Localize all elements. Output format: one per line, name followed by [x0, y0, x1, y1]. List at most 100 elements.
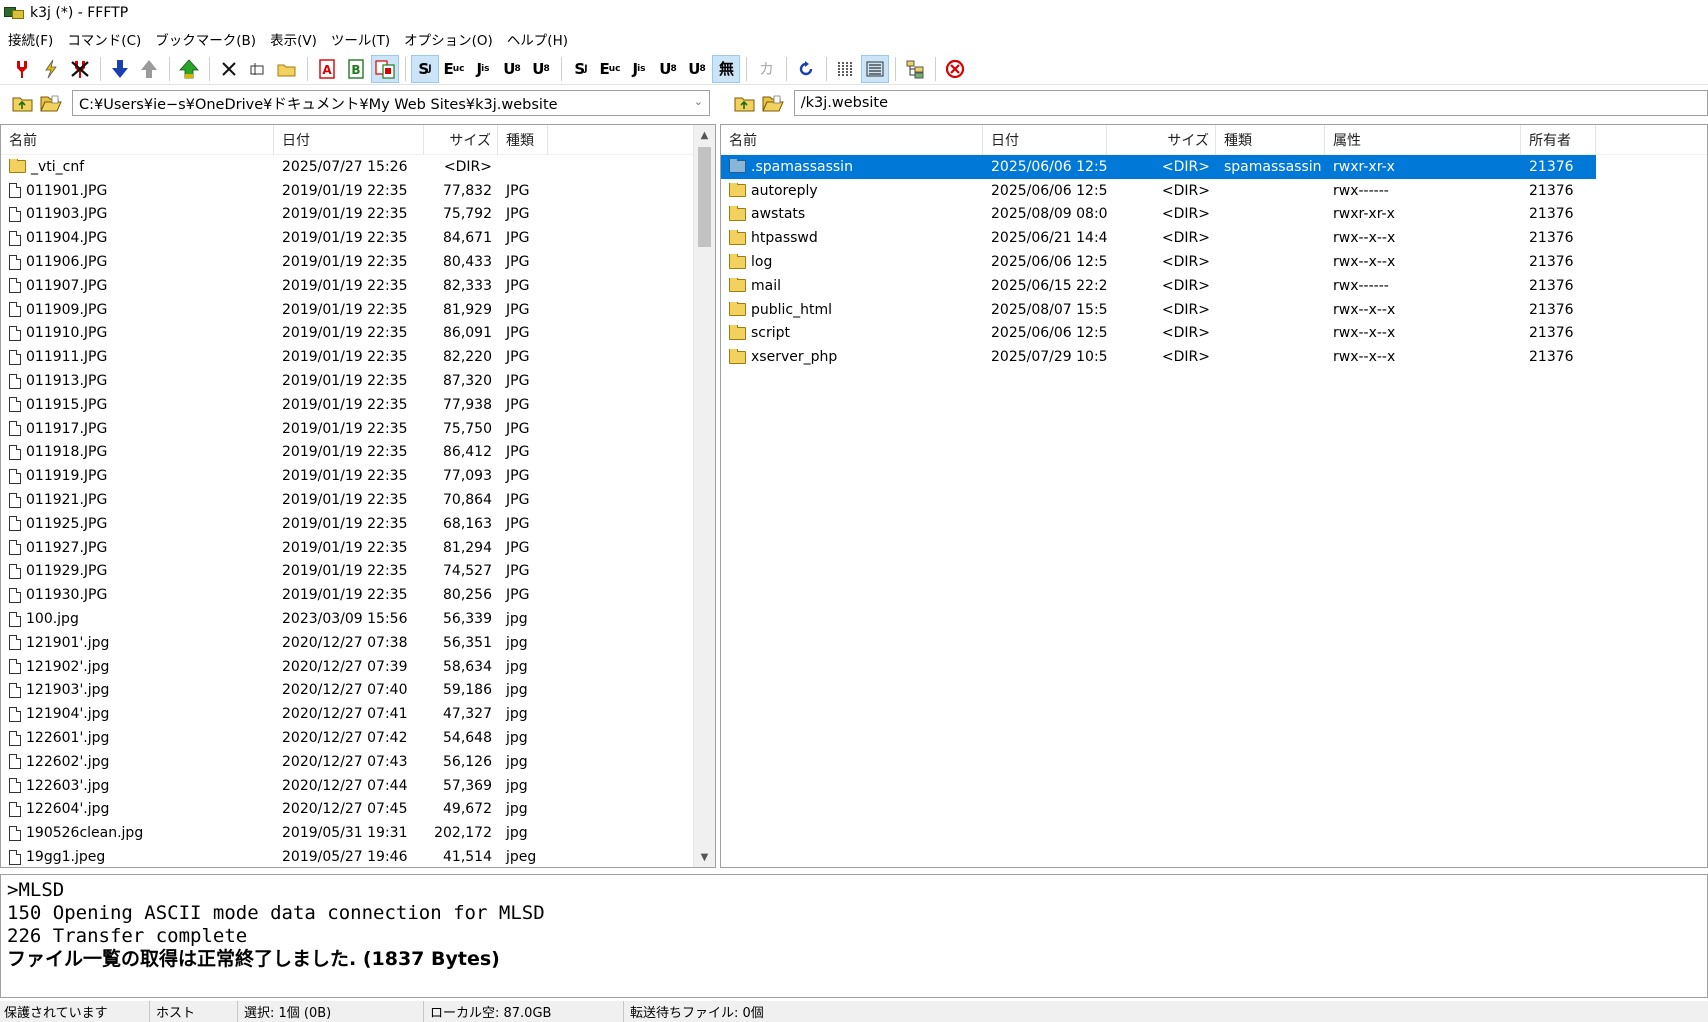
- rename-button[interactable]: [244, 55, 272, 83]
- kana-convert-button[interactable]: カ: [752, 55, 780, 83]
- local-file-row[interactable]: 011903.JPG 2019/01/19 22:35 75,792 JPG: [1, 203, 715, 227]
- abort-button[interactable]: [941, 55, 969, 83]
- local-file-row[interactable]: 011913.JPG 2019/01/19 22:35 87,320 JPG: [1, 369, 715, 393]
- host-utf8bom-button[interactable]: U8: [527, 55, 555, 83]
- local-file-row[interactable]: 011930.JPG 2019/01/19 22:35 80,256 JPG: [1, 583, 715, 607]
- connect-button[interactable]: [8, 55, 36, 83]
- local-file-row[interactable]: 121902'.jpg 2020/12/27 07:39 58,634 jpg: [1, 655, 715, 679]
- menu-connect[interactable]: 接続(F): [4, 29, 61, 49]
- local-file-row[interactable]: 011907.JPG 2019/01/19 22:35 82,333 JPG: [1, 274, 715, 298]
- local-file-row[interactable]: 121903'.jpg 2020/12/27 07:40 59,186 jpg: [1, 679, 715, 703]
- remote-file-row[interactable]: mail 2025/06/15 22:20 <DIR> rwx------ 21376: [721, 274, 1707, 298]
- disconnect-button[interactable]: [66, 55, 94, 83]
- remote-col-date[interactable]: 日付: [983, 125, 1107, 155]
- remote-file-row[interactable]: .spamassassin 2025/06/06 12:52 <DIR> spamas…: [721, 155, 1596, 179]
- remote-file-row[interactable]: awstats 2025/08/09 08:00 <DIR> rwxr-xr-x 213…: [721, 203, 1707, 227]
- local-utf8n-button[interactable]: U8: [654, 55, 682, 83]
- local-file-row[interactable]: 122602'.jpg 2020/12/27 07:43 56,126 jpg: [1, 750, 715, 774]
- local-file-row[interactable]: 011906.JPG 2019/01/19 22:35 80,433 JPG: [1, 250, 715, 274]
- log-panel[interactable]: >MLSD 150 Opening ASCII mode data connec…: [0, 874, 1708, 998]
- local-file-row[interactable]: 011910.JPG 2019/01/19 22:35 86,091 JPG: [1, 322, 715, 346]
- local-file-row[interactable]: 19gg1.jpeg 2019/05/27 19:46 41,514 jpeg: [1, 845, 715, 867]
- make-folder-button[interactable]: [273, 55, 301, 83]
- auto-mode-button[interactable]: [371, 54, 399, 83]
- local-file-row[interactable]: 011917.JPG 2019/01/19 22:35 75,750 JPG: [1, 417, 715, 441]
- menu-option[interactable]: オプション(O): [400, 29, 501, 49]
- local-utf8bom-button[interactable]: U8: [683, 55, 711, 83]
- local-col-name[interactable]: 名前: [1, 125, 274, 155]
- list-view-button[interactable]: [832, 55, 860, 83]
- local-file-row[interactable]: 011909.JPG 2019/01/19 22:35 81,929 JPG: [1, 298, 715, 322]
- host-euc-button[interactable]: Euc: [440, 55, 468, 83]
- local-file-row[interactable]: 011927.JPG 2019/01/19 22:35 81,294 JPG: [1, 536, 715, 560]
- remote-col-name[interactable]: 名前: [721, 125, 983, 155]
- local-file-row[interactable]: 011911.JPG 2019/01/19 22:35 82,220 JPG: [1, 345, 715, 369]
- detail-view-button[interactable]: [861, 54, 889, 83]
- local-col-size[interactable]: サイズ: [424, 125, 498, 155]
- menu-help[interactable]: ヘルプ(H): [503, 29, 576, 49]
- local-file-row[interactable]: 121904'.jpg 2020/12/27 07:41 47,327 jpg: [1, 702, 715, 726]
- download-button[interactable]: [106, 55, 134, 83]
- local-euc-button[interactable]: Euc: [596, 55, 624, 83]
- chevron-down-icon[interactable]: ⌄: [694, 95, 703, 108]
- local-open-folder-button[interactable]: [38, 91, 64, 115]
- remote-file-row[interactable]: htpasswd 2025/06/21 14:45 <DIR> rwx--x--x 21…: [721, 226, 1707, 250]
- local-file-row[interactable]: 011919.JPG 2019/01/19 22:35 77,093 JPG: [1, 464, 715, 488]
- mirror-upload-button[interactable]: [175, 55, 203, 83]
- local-file-row[interactable]: 011929.JPG 2019/01/19 22:35 74,527 JPG: [1, 560, 715, 584]
- local-file-row[interactable]: 121901'.jpg 2020/12/27 07:38 56,351 jpg: [1, 631, 715, 655]
- local-col-date[interactable]: 日付: [274, 125, 424, 155]
- menu-command[interactable]: コマンド(C): [63, 29, 149, 49]
- remote-file-row[interactable]: log 2025/06/06 12:52 <DIR> rwx--x--x 21376: [721, 250, 1707, 274]
- binary-mode-button[interactable]: B: [342, 55, 370, 83]
- local-file-row[interactable]: _vti_cnf 2025/07/27 15:26 <DIR>: [1, 155, 715, 179]
- local-file-row[interactable]: 122601'.jpg 2020/12/27 07:42 54,648 jpg: [1, 726, 715, 750]
- refresh-button[interactable]: [792, 55, 820, 83]
- menu-tool[interactable]: ツール(T): [327, 29, 398, 49]
- local-file-row[interactable]: 011915.JPG 2019/01/19 22:35 77,938 JPG: [1, 393, 715, 417]
- local-file-row[interactable]: 190526clean.jpg 2019/05/31 19:31 202,172 jp…: [1, 821, 715, 845]
- local-path-input[interactable]: C:¥Users¥ie−s¥OneDrive¥ドキュメント¥My Web Sit…: [72, 90, 710, 116]
- remote-path-input[interactable]: /k3j.website: [793, 90, 1708, 116]
- local-file-row[interactable]: 011904.JPG 2019/01/19 22:35 84,671 JPG: [1, 226, 715, 250]
- host-utf8n-button[interactable]: U8: [498, 55, 526, 83]
- scroll-down-icon[interactable]: ▼: [694, 847, 715, 867]
- remote-col-size[interactable]: サイズ: [1107, 125, 1216, 155]
- remote-file-row[interactable]: xserver_php 2025/07/29 10:50 <DIR> rwx--x--…: [721, 345, 1707, 369]
- local-file-row[interactable]: 122604'.jpg 2020/12/27 07:45 49,672 jpg: [1, 798, 715, 822]
- delete-button[interactable]: [215, 55, 243, 83]
- local-scrollbar[interactable]: ▲ ▼: [693, 125, 715, 867]
- sync-browse-button[interactable]: [901, 55, 929, 83]
- local-file-list[interactable]: 名前 日付 サイズ 種類 _vti_cnf 2025/07/27 15:26 <DI…: [0, 124, 716, 868]
- remote-file-list[interactable]: 名前 日付 サイズ 種類 属性 所有者 .spamassassin 2025/06…: [720, 124, 1708, 868]
- local-file-row[interactable]: 011901.JPG 2019/01/19 22:35 77,832 JPG: [1, 179, 715, 203]
- local-file-row[interactable]: 011925.JPG 2019/01/19 22:35 68,163 JPG: [1, 512, 715, 536]
- local-file-row[interactable]: 011921.JPG 2019/01/19 22:35 70,864 JPG: [1, 488, 715, 512]
- remote-file-row[interactable]: autoreply 2025/06/06 12:52 <DIR> rwx------ 2…: [721, 179, 1707, 203]
- local-file-type: JPG: [506, 182, 530, 199]
- remote-file-row[interactable]: script 2025/06/06 12:52 <DIR> rwx--x--x 2137…: [721, 322, 1707, 346]
- remote-open-folder-button[interactable]: [760, 91, 786, 115]
- no-conversion-button[interactable]: 無: [712, 54, 740, 83]
- host-jis-button[interactable]: Jis: [469, 55, 497, 83]
- remote-file-row[interactable]: public_html 2025/08/07 15:58 <DIR> rwx--x--…: [721, 298, 1707, 322]
- scroll-thumb[interactable]: [698, 147, 711, 247]
- local-file-row[interactable]: 100.jpg 2023/03/09 15:56 56,339 jpg: [1, 607, 715, 631]
- local-file-row[interactable]: 011918.JPG 2019/01/19 22:35 86,412 JPG: [1, 441, 715, 465]
- quick-connect-button[interactable]: [37, 55, 65, 83]
- local-parent-folder-button[interactable]: [10, 91, 36, 115]
- menu-bookmark[interactable]: ブックマーク(B): [151, 29, 264, 49]
- remote-col-owner[interactable]: 所有者: [1521, 125, 1596, 155]
- scroll-up-icon[interactable]: ▲: [694, 125, 715, 145]
- remote-col-attr[interactable]: 属性: [1325, 125, 1521, 155]
- local-file-row[interactable]: 122603'.jpg 2020/12/27 07:44 57,369 jpg: [1, 774, 715, 798]
- local-sjis-button[interactable]: SJ: [567, 55, 595, 83]
- local-col-type[interactable]: 種類: [498, 125, 548, 155]
- menu-view[interactable]: 表示(V): [266, 29, 325, 49]
- local-jis-button[interactable]: Jis: [625, 55, 653, 83]
- ascii-mode-button[interactable]: A: [313, 55, 341, 83]
- upload-button-disabled[interactable]: [135, 55, 163, 83]
- host-sjis-button[interactable]: SJ: [411, 54, 439, 83]
- remote-parent-folder-button[interactable]: [732, 91, 758, 115]
- remote-col-type[interactable]: 種類: [1216, 125, 1325, 155]
